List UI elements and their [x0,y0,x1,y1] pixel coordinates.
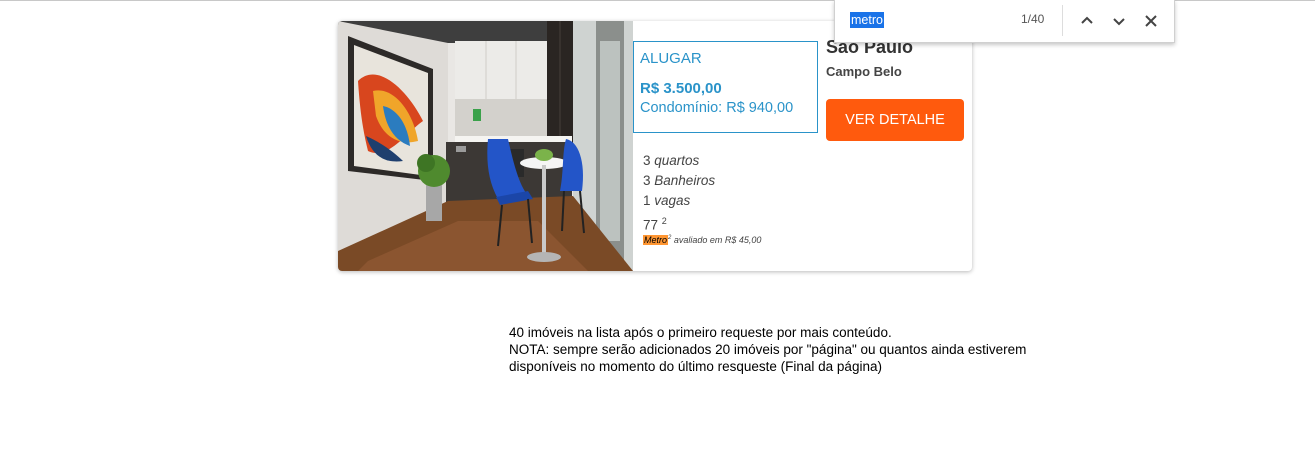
parking-line: 1 vagas [643,191,715,211]
neighborhood-name: Campo Belo [826,64,902,79]
annotation-note: 40 imóveis na lista após o primeiro requ… [509,325,1027,374]
find-match-count: 1/40 [1021,12,1045,26]
chevron-down-icon [1113,18,1125,26]
condo-fee: Condomínio: R$ 940,00 [640,100,794,116]
bedrooms-count: 3 [643,153,651,168]
chevron-up-icon [1081,16,1093,24]
bathrooms-line: 3 Banheiros [643,171,715,191]
find-close-button[interactable] [1139,9,1163,33]
find-input[interactable] [850,12,1000,30]
bathrooms-label: Banheiros [654,173,716,188]
find-next-button[interactable] [1107,9,1131,33]
find-divider [1062,5,1063,36]
property-card: ALUGAR R$ 3.500,00 Condomínio: R$ 940,00… [338,21,972,271]
close-icon [1145,15,1157,27]
area-value: 77 [643,217,659,233]
price-per-meter: Metro2 avaliado em R$ 45,00 [643,235,761,245]
find-match-highlight: Metro [643,235,669,245]
find-in-page-bar: metro 1/40 [834,0,1175,43]
rent-price: R$ 3.500,00 [640,80,722,97]
area-unit-sup: 2 [661,216,667,226]
area-line: 77 2 [643,211,715,236]
bedrooms-line: 3 quartos [643,151,715,171]
listing-type: ALUGAR [640,50,702,67]
view-detail-button[interactable]: VER DETALHE [826,99,964,141]
price-box: ALUGAR R$ 3.500,00 Condomínio: R$ 940,00 [633,41,818,133]
property-photo[interactable] [338,21,633,271]
parking-count: 1 [643,193,651,208]
bathrooms-count: 3 [643,173,651,188]
bedrooms-label: quartos [654,153,700,168]
price-per-meter-text: avaliado em R$ 45,00 [671,235,762,245]
property-features: 3 quartos 3 Banheiros 1 vagas 77 2 [643,151,715,236]
parking-label: vagas [654,193,691,208]
find-previous-button[interactable] [1075,9,1099,33]
